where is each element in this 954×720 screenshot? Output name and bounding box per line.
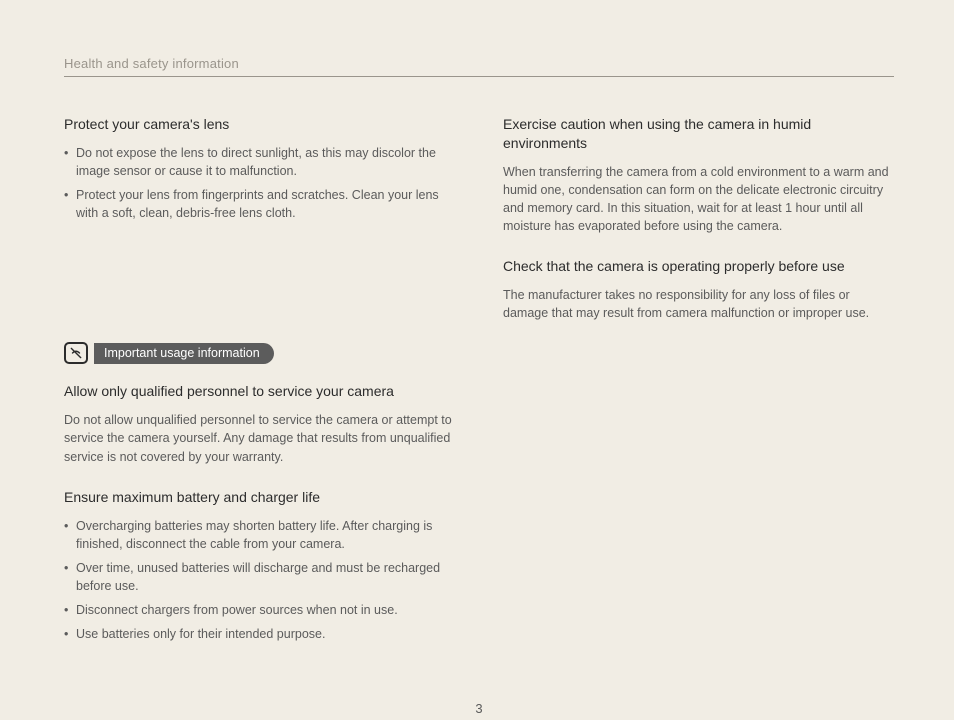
body-text: When transferring the camera from a cold… xyxy=(503,163,894,236)
manual-page: Health and safety information Protect yo… xyxy=(0,0,954,716)
list-item: Do not expose the lens to direct sunligh… xyxy=(64,144,455,180)
section-title: Allow only qualified personnel to servic… xyxy=(64,382,455,401)
page-number: 3 xyxy=(64,701,894,716)
list-item: Use batteries only for their intended pu… xyxy=(64,625,455,643)
section-battery-life: Ensure maximum battery and charger life … xyxy=(64,488,455,644)
list-item: Overcharging batteries may shorten batte… xyxy=(64,517,455,553)
right-column: Exercise caution when using the camera i… xyxy=(503,115,894,665)
body-text: Do not allow unqualified personnel to se… xyxy=(64,411,455,465)
bullet-list: Do not expose the lens to direct sunligh… xyxy=(64,144,455,223)
body-text: The manufacturer takes no responsibility… xyxy=(503,286,894,322)
section-title: Protect your camera's lens xyxy=(64,115,455,134)
list-item: Protect your lens from fingerprints and … xyxy=(64,186,455,222)
section-qualified-personnel: Allow only qualified personnel to servic… xyxy=(64,382,455,465)
section-title: Exercise caution when using the camera i… xyxy=(503,115,894,153)
important-pill-label: Important usage information xyxy=(94,343,274,364)
section-check-operating: Check that the camera is operating prope… xyxy=(503,257,894,322)
section-title: Check that the camera is operating prope… xyxy=(503,257,894,276)
bullet-list: Overcharging batteries may shorten batte… xyxy=(64,517,455,644)
left-column: Protect your camera's lens Do not expose… xyxy=(64,115,455,665)
important-usage-heading: Important usage information xyxy=(64,342,455,364)
note-icon xyxy=(64,342,88,364)
section-humid-environments: Exercise caution when using the camera i… xyxy=(503,115,894,235)
list-item: Disconnect chargers from power sources w… xyxy=(64,601,455,619)
section-protect-lens: Protect your camera's lens Do not expose… xyxy=(64,115,455,222)
list-item: Over time, unused batteries will dischar… xyxy=(64,559,455,595)
page-header: Health and safety information xyxy=(64,56,894,77)
content-columns: Protect your camera's lens Do not expose… xyxy=(64,115,894,665)
section-title: Ensure maximum battery and charger life xyxy=(64,488,455,507)
